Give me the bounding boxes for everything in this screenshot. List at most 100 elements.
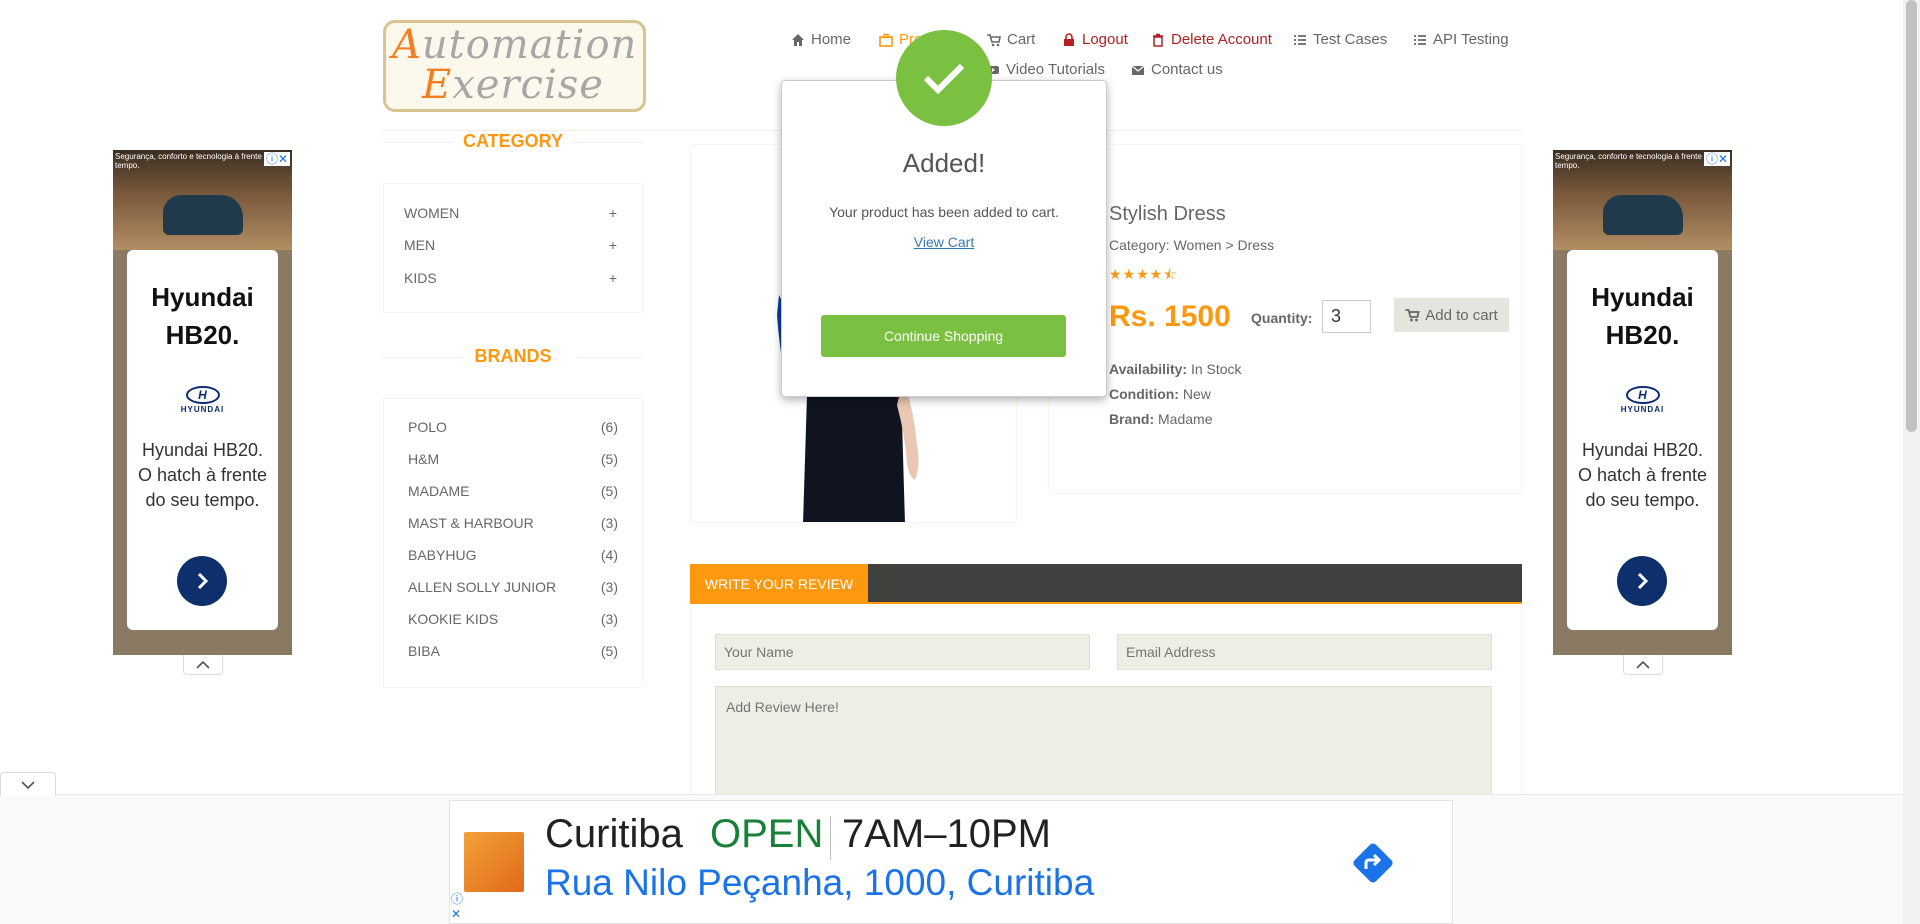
brand-item-mast-harbour[interactable]: MAST & HARBOUR (3) [408, 515, 618, 531]
availability-line: Availability: In Stock [1109, 361, 1242, 377]
chevron-up-icon [1636, 660, 1650, 669]
rating-stars-icon: ★★★★⯪ [1109, 266, 1178, 282]
nav-contact-us-label: Contact us [1151, 61, 1223, 78]
ad-arrow-button[interactable] [177, 556, 227, 606]
right-side-ad[interactable]: Segurança, conforto e tecnologia à frent… [1553, 150, 1732, 655]
view-cart-link[interactable]: View Cart [781, 234, 1107, 250]
quantity-input[interactable] [1322, 300, 1371, 333]
directions-button[interactable] [1346, 836, 1400, 890]
brand-label: MADAME [408, 483, 470, 499]
home-icon [792, 33, 804, 46]
brand-count: (5) [600, 483, 618, 499]
directions-icon [1353, 843, 1393, 883]
availability-label: Availability: [1109, 361, 1188, 377]
modal-message: Your product has been added to cart. [829, 204, 1059, 220]
brands-title: BRANDS [474, 346, 552, 366]
ad-city: Curitiba [545, 812, 683, 856]
plus-icon[interactable]: + [609, 270, 617, 286]
ad-open-status: OPEN [710, 812, 824, 856]
plus-icon[interactable]: + [609, 237, 617, 253]
brand-item-hm[interactable]: H&M (5) [408, 451, 618, 467]
condition-label: Condition: [1109, 386, 1179, 402]
nav-test-cases-label: Test Cases [1313, 31, 1388, 48]
category-item-men[interactable]: MEN + [404, 237, 617, 253]
nav-test-cases[interactable]: Test Cases [1293, 31, 1387, 48]
nav-video-tutorials-label: Video Tutorials [1006, 61, 1105, 78]
brand-label: BIBA [408, 643, 440, 659]
brand-label: H&M [408, 451, 440, 467]
continue-shopping-button[interactable]: Continue Shopping [821, 315, 1066, 357]
nav-api-testing[interactable]: API Testing [1413, 31, 1509, 48]
category-item-women[interactable]: WOMEN + [404, 205, 617, 221]
briefcase-icon [879, 33, 893, 47]
category-label: MEN [404, 237, 436, 253]
logo-text-2: xercise [452, 62, 604, 108]
bottom-ad-collapse-button[interactable] [0, 772, 56, 796]
nav-cart[interactable]: Cart [987, 31, 1035, 48]
chevron-right-icon [197, 572, 209, 590]
brand-item-polo[interactable]: POLO (6) [408, 419, 618, 435]
plus-icon[interactable]: + [609, 205, 617, 221]
ad-address[interactable]: Rua Nilo Peçanha, 1000, Curitiba [545, 862, 1094, 904]
scrollbar-thumb[interactable] [1906, 0, 1917, 432]
product-price: Rs. 1500 [1109, 300, 1231, 333]
brand-count: (3) [600, 611, 618, 627]
condition-line: Condition: New [1109, 386, 1211, 402]
ad-brand: HYUNDAI [180, 405, 225, 414]
review-email-input[interactable] [1117, 634, 1492, 670]
review-textarea[interactable] [715, 686, 1492, 796]
brand-label: Brand: [1109, 411, 1155, 427]
left-side-ad[interactable]: Segurança, conforto e tecnologia à frent… [113, 150, 292, 655]
left-ad-collapse-button[interactable] [183, 655, 223, 675]
cart-icon [987, 33, 1001, 46]
nav-delete-account[interactable]: Delete Account [1151, 31, 1272, 48]
brand-item-allen-solly-junior[interactable]: ALLEN SOLLY JUNIOR (3) [408, 579, 618, 595]
brand-item-babyhug[interactable]: BABYHUG (4) [408, 547, 618, 563]
ad-info-close-icon[interactable]: ⓘ✕ [1703, 152, 1730, 166]
ad-title: Hyundai HB20. [151, 282, 254, 350]
brand-count: (3) [600, 579, 618, 595]
tab-write-review[interactable]: WRITE YOUR REVIEW [690, 564, 868, 604]
brand-item-kookie-kids[interactable]: KOOKIE KIDS (3) [408, 611, 618, 627]
brand-item-biba[interactable]: BIBA (5) [408, 643, 618, 659]
ad-arrow-button[interactable] [1617, 556, 1667, 606]
list-icon [1414, 34, 1426, 45]
brand-count: (5) [600, 643, 618, 659]
brand-item-madame[interactable]: MADAME (5) [408, 483, 618, 499]
right-ad-collapse-button[interactable] [1623, 655, 1663, 675]
nav-logout-label: Logout [1082, 31, 1128, 48]
cart-icon [1405, 309, 1420, 322]
trash-icon [1153, 33, 1163, 47]
list-icon [1294, 34, 1306, 45]
nav-logout[interactable]: Logout [1062, 31, 1128, 48]
ad-description: Hyundai HB20. O hatch à frente do seu te… [137, 440, 268, 510]
brand-label: POLO [408, 419, 447, 435]
ad-card: Hyundai HB20. H HYUNDAI Hyundai HB20. O h… [127, 250, 278, 630]
condition-value: New [1182, 386, 1211, 402]
site-logo[interactable]: Automation Exercise [383, 20, 646, 112]
nav-home[interactable]: Home [791, 31, 851, 48]
product-category: Category: Women > Dress [1109, 237, 1275, 253]
nav-contact-us[interactable]: Contact us [1131, 61, 1223, 78]
ad-title: Hyundai HB20. [1591, 282, 1694, 350]
ad-card: Hyundai HB20. H HYUNDAI Hyundai HB20. O h… [1567, 250, 1718, 630]
quantity-label: Quantity: [1251, 310, 1313, 326]
category-item-kids[interactable]: KIDS + [404, 270, 617, 286]
ad-choices-icon[interactable]: ⓘ ✕ [451, 892, 463, 922]
store-thumbnail [464, 832, 524, 892]
review-name-input[interactable] [715, 634, 1090, 670]
brand-value: Madame [1158, 411, 1213, 427]
nav-video-tutorials[interactable]: Video Tutorials [986, 61, 1105, 78]
ad-brand: HYUNDAI [1620, 405, 1665, 414]
nav-api-testing-label: API Testing [1433, 31, 1509, 48]
ad-hours: 7AM–10PM [842, 812, 1051, 856]
category-panel: WOMEN + MEN + KIDS + [383, 183, 643, 313]
success-check-icon [896, 30, 992, 126]
brand-count: (5) [600, 451, 618, 467]
ad-info-close-icon[interactable]: ⓘ✕ [263, 152, 290, 166]
hyundai-logo-icon: H HYUNDAI [180, 386, 225, 414]
nav-cart-label: Cart [1007, 31, 1036, 48]
add-to-cart-button[interactable]: Add to cart [1394, 298, 1509, 332]
category-label: KIDS [404, 270, 437, 286]
chevron-right-icon [1637, 572, 1649, 590]
